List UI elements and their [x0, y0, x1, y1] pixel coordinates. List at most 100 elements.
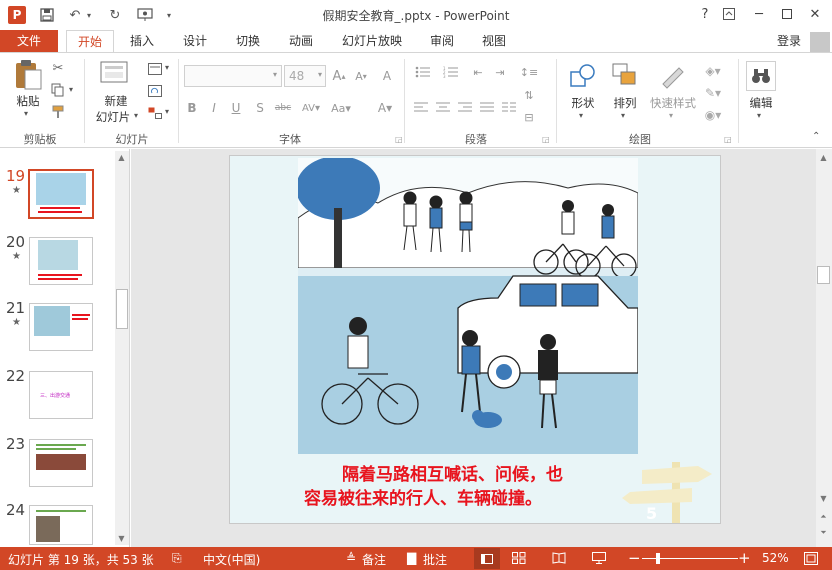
spell-check-icon[interactable]: ⎘ [172, 551, 182, 566]
shapes-dropdown-icon[interactable]: ▾ [579, 111, 583, 120]
align-center-icon[interactable] [434, 99, 452, 117]
zoom-level[interactable]: 52% [762, 551, 789, 565]
tab-file[interactable]: 文件 [0, 30, 58, 52]
editor-scroll-thumb[interactable] [817, 266, 830, 284]
change-case-icon[interactable]: Aa▾ [328, 99, 354, 117]
shadow-icon[interactable]: S [252, 99, 268, 117]
font-size-dropdown-icon[interactable]: ▾ [318, 70, 322, 79]
arrange-dropdown-icon[interactable]: ▾ [621, 111, 625, 120]
align-text-icon[interactable]: ⊟ [518, 109, 540, 125]
columns-icon[interactable] [500, 99, 518, 117]
notes-icon[interactable]: ≜ [346, 551, 356, 565]
tab-design[interactable]: 设计 [173, 30, 217, 52]
new-slide-dropdown-icon[interactable]: ▾ [134, 111, 138, 120]
copy-dropdown-icon[interactable]: ▾ [69, 85, 73, 94]
tab-insert[interactable]: 插入 [120, 30, 164, 52]
paste-button[interactable]: 粘贴 [8, 93, 48, 109]
font-name-combo[interactable] [184, 65, 282, 87]
minimize-icon[interactable]: ─ [748, 4, 770, 24]
zoom-slider-thumb[interactable] [656, 553, 660, 564]
shape-effects-icon[interactable]: ◉▾ [702, 107, 724, 123]
editor-scroll-down-icon[interactable]: ▼ [817, 492, 830, 505]
quick-styles-button[interactable]: 快速样式 [646, 95, 700, 111]
grow-font-icon[interactable]: A ▴ [330, 67, 348, 85]
increase-indent-icon[interactable]: ⇥ [490, 63, 510, 81]
slide-thumbnail-21[interactable] [29, 303, 93, 351]
normal-view-icon[interactable] [474, 548, 500, 569]
line-spacing-icon[interactable]: ↕≡ [518, 63, 540, 81]
shape-outline-icon[interactable]: ✎▾ [702, 85, 724, 101]
arrange-icon[interactable] [610, 61, 640, 91]
clear-format-icon[interactable]: A [378, 67, 396, 85]
editing-dropdown-icon[interactable]: ▾ [757, 111, 761, 120]
paste-dropdown-icon[interactable]: ▾ [24, 109, 28, 118]
ribbon-display-icon[interactable] [718, 4, 740, 24]
section-dropdown-icon[interactable]: ▾ [165, 107, 169, 116]
section-icon[interactable] [146, 105, 164, 121]
slide-caption-line-1[interactable]: 隔着马路相互喊话、问候，也 [342, 460, 563, 485]
layout-icon[interactable] [146, 61, 164, 77]
char-spacing-icon[interactable]: AV▾ [298, 99, 324, 117]
slide-thumbnail-24[interactable] [29, 505, 93, 545]
shrink-font-icon[interactable]: A ▾ [352, 67, 370, 85]
editing-button[interactable]: 编辑 [742, 95, 780, 111]
numbering-icon[interactable]: 123 [440, 63, 462, 81]
reset-icon[interactable] [146, 83, 164, 99]
scroll-up-icon[interactable]: ▲ [115, 151, 128, 164]
thumbnail-scroll-thumb[interactable] [116, 289, 128, 329]
slide-caption-line-2[interactable]: 容易被往来的行人、车辆碰撞。 [304, 484, 542, 509]
editor-scrollbar[interactable] [816, 149, 832, 547]
slide-sorter-icon[interactable] [512, 552, 526, 567]
scroll-down-icon[interactable]: ▼ [115, 532, 128, 545]
tab-animations[interactable]: 动画 [279, 30, 323, 52]
zoom-out-icon[interactable]: − [628, 549, 641, 567]
underline-icon[interactable]: U [228, 99, 244, 117]
shape-fill-icon[interactable]: ◈▾ [702, 63, 724, 79]
user-avatar[interactable] [810, 32, 830, 52]
quick-styles-dropdown-icon[interactable]: ▾ [669, 111, 673, 120]
bullets-icon[interactable] [412, 63, 434, 81]
copy-icon[interactable] [48, 81, 68, 99]
bold-icon[interactable]: B [184, 99, 200, 117]
strikethrough-icon[interactable]: abc [272, 99, 294, 117]
find-binoculars-icon[interactable] [746, 61, 776, 91]
new-slide-label-2[interactable]: 幻灯片 [90, 109, 136, 125]
decrease-indent-icon[interactable]: ⇤ [468, 63, 488, 81]
arrange-button[interactable]: 排列 [606, 95, 644, 111]
layout-dropdown-icon[interactable]: ▾ [165, 63, 169, 72]
quick-styles-icon[interactable] [658, 61, 688, 91]
next-slide-icon[interactable]: ⏷ [817, 526, 830, 539]
comments-icon[interactable]: ▇ [407, 551, 416, 565]
sign-in-link[interactable]: 登录 [770, 30, 808, 52]
slide-thumbnail-22[interactable]: 三、出游交通 [29, 371, 93, 419]
comments-button[interactable]: 批注 [423, 551, 447, 568]
slide-thumbnail-20[interactable] [29, 237, 93, 285]
notes-button[interactable]: 备注 [362, 551, 386, 568]
shapes-button[interactable]: 形状 [564, 95, 602, 111]
drawing-dialog-launcher-icon[interactable]: ◲ [724, 135, 732, 144]
tab-view[interactable]: 视图 [472, 30, 516, 52]
paste-icon[interactable] [12, 59, 44, 91]
format-painter-icon[interactable] [48, 103, 68, 121]
font-name-dropdown-icon[interactable]: ▾ [273, 70, 277, 79]
language-status[interactable]: 中文(中国) [203, 551, 260, 568]
font-color-icon[interactable]: A▾ [372, 99, 398, 117]
slide-thumbnail-19[interactable] [28, 169, 94, 219]
help-icon[interactable]: ? [694, 4, 716, 24]
justify-icon[interactable] [478, 99, 496, 117]
fit-slide-icon[interactable] [804, 552, 818, 568]
close-icon[interactable]: ✕ [804, 4, 826, 24]
tab-home[interactable]: 开始 [66, 30, 114, 52]
slide-thumbnail-23[interactable] [29, 439, 93, 487]
slideshow-view-icon[interactable] [592, 552, 606, 567]
collapse-ribbon-icon[interactable]: ⌃ [812, 131, 820, 142]
align-left-icon[interactable] [412, 99, 430, 117]
align-right-icon[interactable] [456, 99, 474, 117]
shapes-icon[interactable] [568, 61, 598, 91]
tab-transitions[interactable]: 切换 [226, 30, 270, 52]
thumbnail-scrollbar[interactable] [115, 151, 129, 545]
font-dialog-launcher-icon[interactable]: ◲ [395, 135, 403, 144]
new-slide-icon[interactable] [98, 59, 132, 89]
cut-icon[interactable]: ✂ [48, 59, 68, 77]
previous-slide-icon[interactable]: ⏶ [817, 510, 830, 523]
